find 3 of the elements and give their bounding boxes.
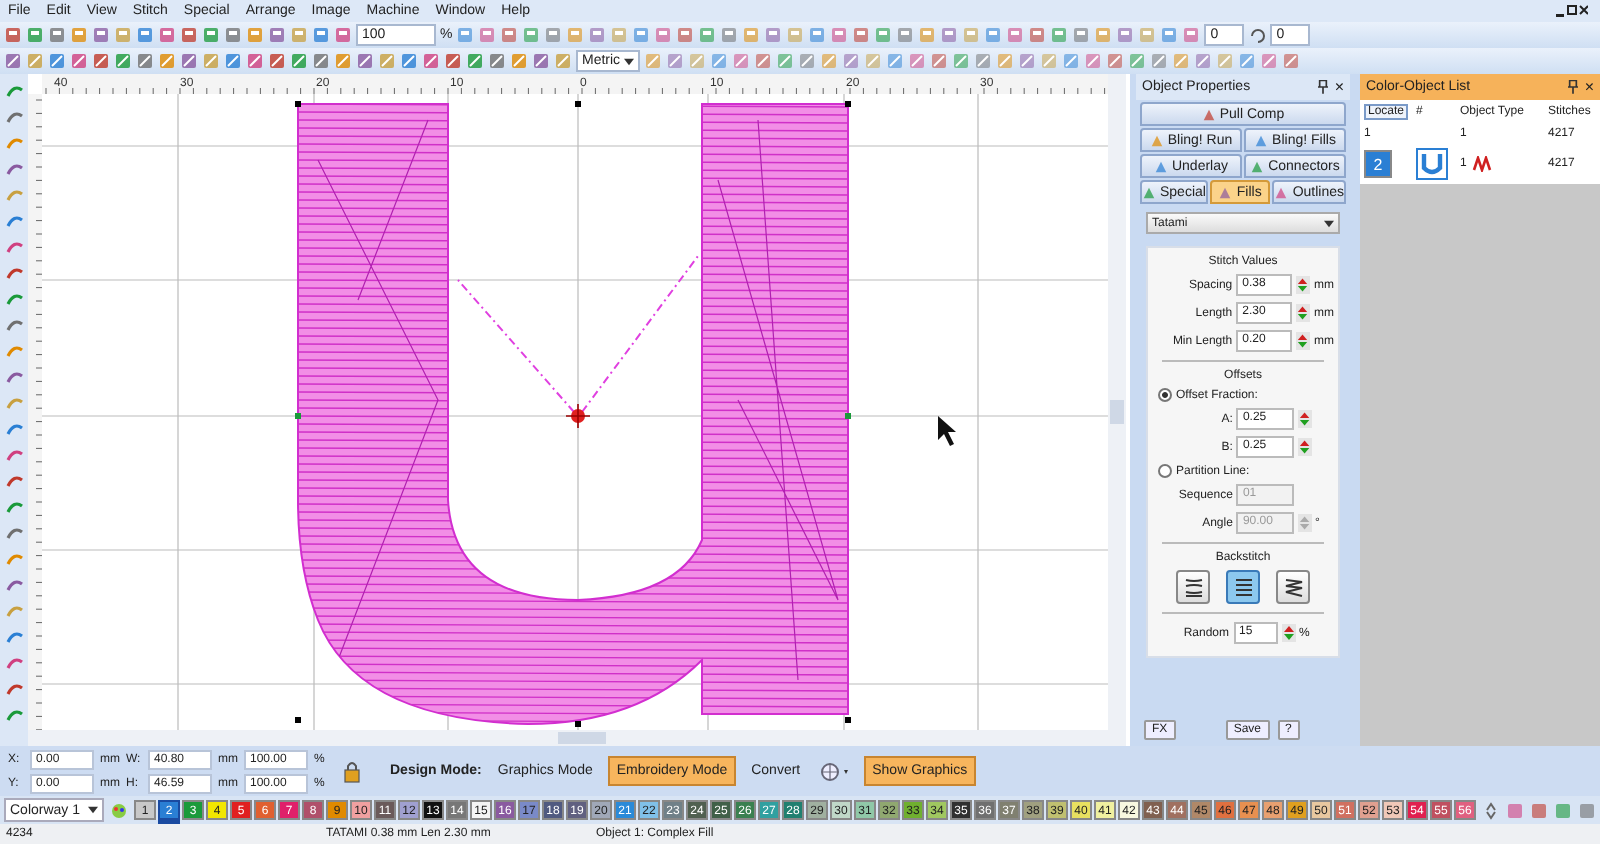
close-button[interactable]: × <box>1334 78 1344 96</box>
close-button[interactable]: × <box>1584 78 1594 96</box>
color-swatch[interactable]: 2 <box>1364 150 1392 178</box>
